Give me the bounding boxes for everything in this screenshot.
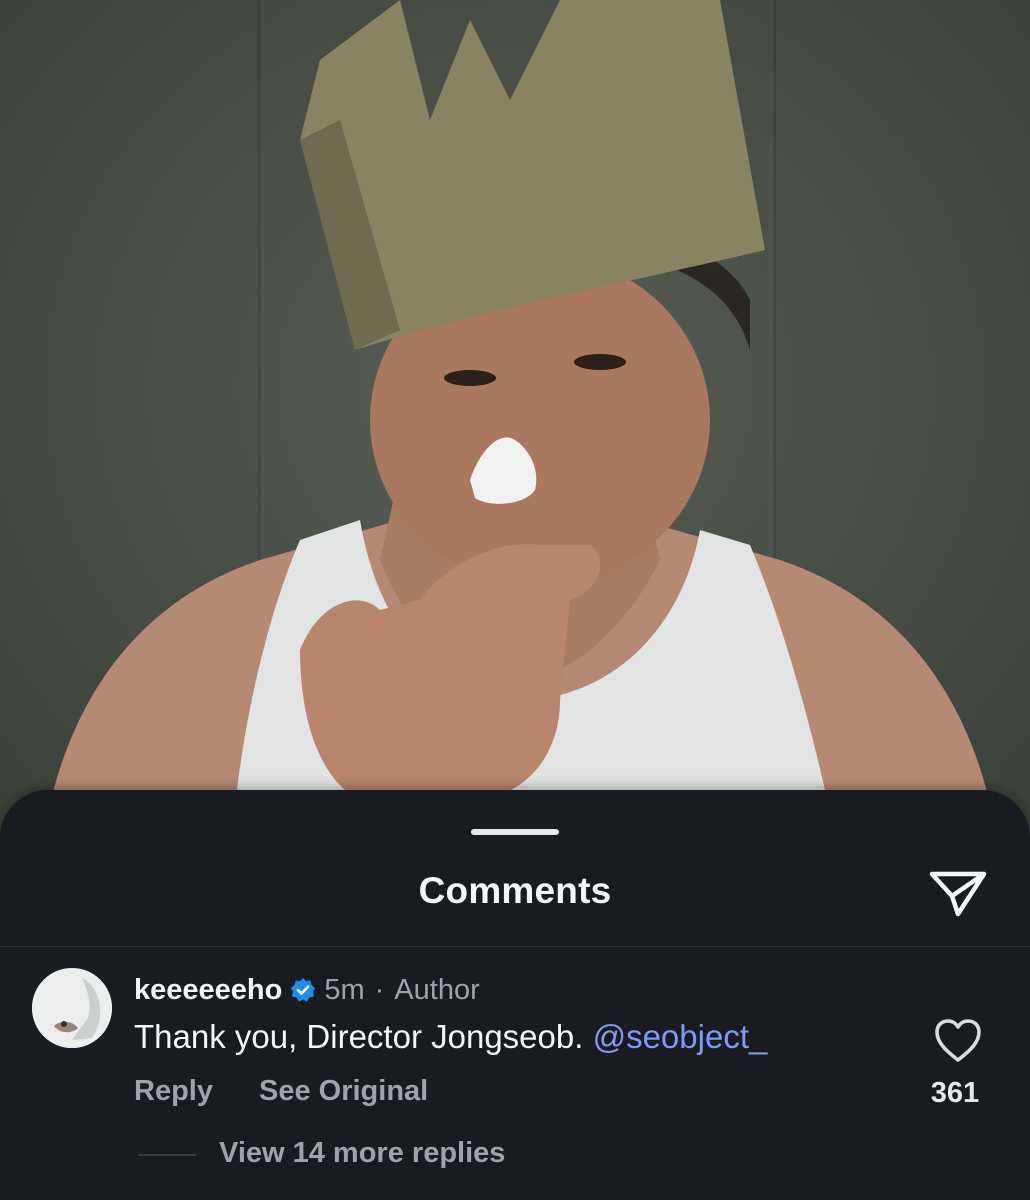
comment-body: Thank you, Director Jongseob. [134,1018,584,1055]
send-icon [929,871,987,917]
author-tag: Author [394,973,480,1006]
comment-username[interactable]: keeeeeeho [134,974,282,1007]
comment-text: Thank you, Director Jongseob. @seobject_ [134,1018,767,1056]
comments-sheet: Comments keeeeeeho 5m · Author Thank you… [0,790,1030,1200]
like-button[interactable] [933,1018,983,1064]
sheet-grab-handle[interactable] [471,829,559,835]
heart-outline-icon [935,1019,981,1062]
share-button[interactable] [926,860,990,924]
comment-timestamp: 5m [324,973,365,1006]
like-count: 361 [930,1077,980,1109]
reply-button[interactable]: Reply [134,1075,213,1108]
photo-eye [444,370,496,386]
avatar[interactable] [32,968,112,1048]
avatar-image [32,968,112,1048]
sheet-divider [0,946,1030,947]
mention-link[interactable]: @seobject_ [593,1018,768,1055]
post-photo [0,0,1030,860]
meta-separator: · [374,973,385,1006]
replies-line [138,1154,196,1156]
sheet-title: Comments [418,870,612,911]
verified-badge-icon [291,978,316,1002]
photo-eye [574,354,626,370]
photo-illustration [40,0,1000,860]
view-replies-button[interactable]: View 14 more replies [219,1137,505,1170]
comment-meta: keeeeeeho 5m · Author [134,970,480,1010]
see-original-button[interactable]: See Original [259,1075,428,1108]
